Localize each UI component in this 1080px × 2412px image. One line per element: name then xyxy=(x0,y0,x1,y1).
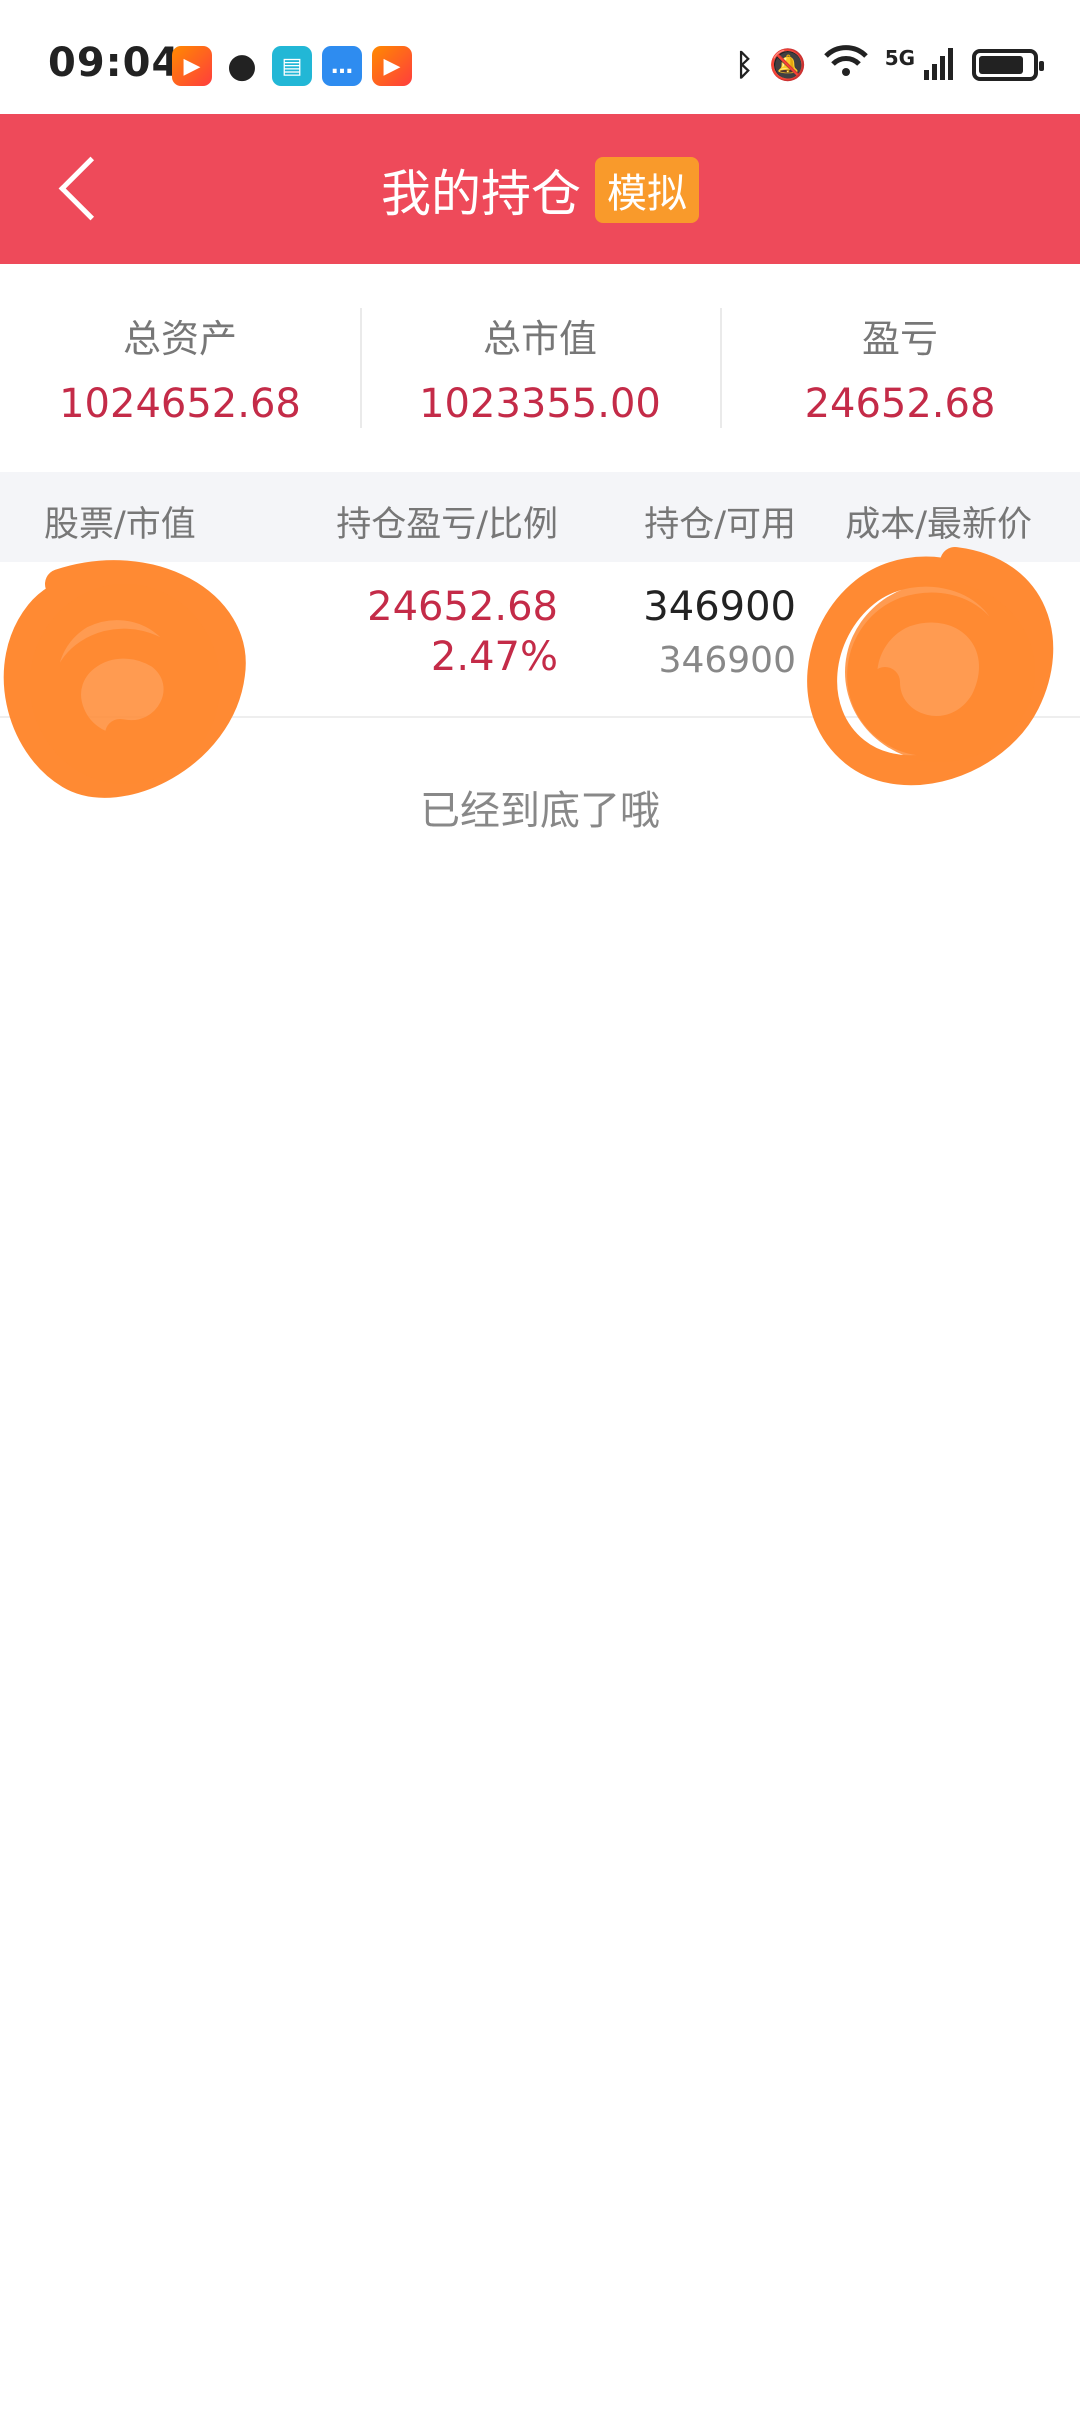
kuaishou-icon: ▶ xyxy=(172,46,212,86)
column-header-stock: 股票/市值 xyxy=(44,505,196,545)
status-bar: 09:04 ▶ ● ▤ … ▶ ᛒ 🔕 5G xyxy=(0,0,1080,114)
summary-label: 总资产 xyxy=(122,317,237,361)
summary-label: 总市值 xyxy=(482,317,597,361)
system-icons: ᛒ 🔕 5G xyxy=(735,44,1044,86)
summary-value: 1024652.68 xyxy=(59,381,301,427)
summary-total-assets: 总资产 1024652.68 xyxy=(0,264,360,472)
battery-icon xyxy=(972,49,1044,81)
page-title: 我的持仓 xyxy=(381,165,581,223)
message-icon: … xyxy=(322,46,362,86)
kuaishou-icon: ▶ xyxy=(372,46,412,86)
column-header-position: 持仓/可用 xyxy=(644,505,796,545)
summary-value: 1023355.00 xyxy=(419,381,661,427)
app-header: 我的持仓 模拟 xyxy=(0,114,1080,264)
wechat-icon: ● xyxy=(222,46,262,86)
pnl-value: 24652.68 xyxy=(367,584,558,630)
bluetooth-icon: ᛒ xyxy=(735,47,754,83)
holding-row[interactable]: 24652.68 2.47% 346900 346900 xyxy=(0,547,1080,798)
wifi-icon xyxy=(823,44,869,86)
mute-icon: 🔕 xyxy=(769,47,807,83)
summary-profit-loss: 盈亏 24652.68 xyxy=(720,264,1080,472)
summary-market-value: 总市值 1023355.00 xyxy=(360,264,720,472)
status-time: 09:04 xyxy=(48,40,181,86)
available-value: 346900 xyxy=(658,640,796,681)
position-value: 346900 xyxy=(643,584,796,630)
book-icon: ▤ xyxy=(272,46,312,86)
pnl-cell: 24652.68 2.47% xyxy=(367,584,558,680)
end-of-list-text: 已经到底了哦 xyxy=(420,788,660,834)
column-header-pnl: 持仓盈亏/比例 xyxy=(336,505,558,545)
pnl-ratio: 2.47% xyxy=(430,634,558,680)
5g-signal-icon: 5G xyxy=(885,46,956,85)
redaction-scribble-cost xyxy=(807,547,1054,786)
simulation-badge: 模拟 xyxy=(595,157,699,223)
summary-value: 24652.68 xyxy=(804,381,996,427)
header-title-wrap: 我的持仓 模拟 xyxy=(0,154,1080,226)
notification-icons: ▶ ● ▤ … ▶ xyxy=(172,46,412,86)
position-cell: 346900 346900 xyxy=(643,584,796,681)
summary-label: 盈亏 xyxy=(861,317,938,361)
asset-summary: 总资产 1024652.68 总市值 1023355.00 盈亏 24652.6… xyxy=(0,264,1080,472)
